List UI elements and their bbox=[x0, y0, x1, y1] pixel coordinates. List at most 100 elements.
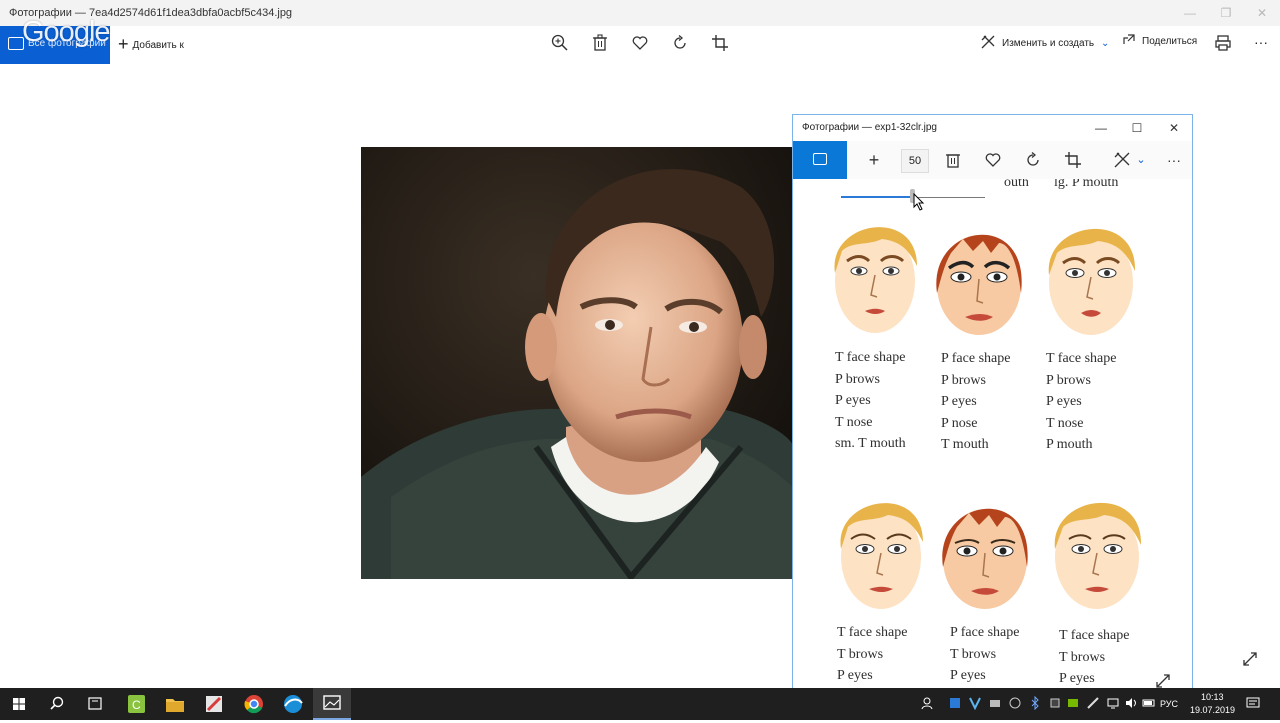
network-icon[interactable] bbox=[1106, 696, 1120, 710]
windows-start-icon[interactable] bbox=[0, 688, 38, 720]
label: P face shape bbox=[941, 351, 1011, 366]
add-plus-icon[interactable]: + bbox=[863, 149, 885, 171]
rotate-icon[interactable] bbox=[1022, 149, 1044, 171]
delete-icon[interactable] bbox=[942, 149, 964, 171]
crop-icon[interactable] bbox=[709, 32, 731, 54]
label: T brows bbox=[837, 646, 884, 662]
battery-icon[interactable] bbox=[1142, 696, 1156, 710]
label: T face shape bbox=[835, 350, 906, 365]
label: P eyes bbox=[837, 668, 873, 683]
crop-icon[interactable] bbox=[1062, 149, 1084, 171]
zoom-value-box[interactable]: 50 bbox=[901, 149, 929, 173]
volume-icon[interactable] bbox=[1124, 696, 1138, 710]
label: T face shape bbox=[1046, 351, 1117, 366]
secondary-all-photos-button[interactable] bbox=[793, 141, 847, 179]
label: P eyes bbox=[835, 393, 871, 408]
secondary-title-bar: Фотографии — exp1-32clr.jpg — ☐ ✕ bbox=[793, 115, 1192, 141]
labels-face-6: T face shape T brows P eyes bbox=[1059, 625, 1129, 689]
people-icon[interactable] bbox=[920, 696, 934, 710]
edit-create-label: Изменить и создать bbox=[1002, 38, 1095, 49]
zoom-slider-fill bbox=[841, 196, 913, 198]
labels-face-2: P face shape P brows P eyes P nose T mou… bbox=[941, 348, 1010, 456]
svg-text:C: C bbox=[132, 698, 141, 712]
notifications-icon[interactable] bbox=[1246, 696, 1260, 710]
chevron-down-icon[interactable]: ⌄ bbox=[1130, 149, 1152, 171]
secondary-close-button[interactable]: ✕ bbox=[1156, 115, 1192, 141]
share-button[interactable]: Поделиться bbox=[1122, 32, 1197, 52]
label: P eyes bbox=[1046, 394, 1082, 409]
bluetooth-icon[interactable] bbox=[1028, 696, 1042, 710]
caption-top-2: lg. P mouth bbox=[1054, 179, 1119, 190]
photos-app-icon bbox=[323, 695, 341, 710]
tray-app-icon[interactable] bbox=[988, 696, 1002, 710]
chrome-icon[interactable] bbox=[235, 688, 273, 720]
camtasia-app-icon[interactable]: C bbox=[117, 688, 155, 720]
labels-face-4: T face shape T brows P eyes bbox=[837, 622, 907, 687]
share-icon bbox=[1123, 34, 1135, 44]
favorite-heart-icon[interactable] bbox=[629, 32, 651, 54]
favorite-heart-icon[interactable] bbox=[982, 149, 1004, 171]
secondary-toolbar: + 50 ⌄ ··· bbox=[793, 141, 1192, 179]
face-illustration bbox=[1054, 502, 1142, 609]
add-to-label: Добавить к bbox=[132, 40, 184, 51]
plus-icon: + bbox=[118, 34, 129, 54]
label: T nose bbox=[1046, 415, 1084, 431]
face-illustration bbox=[1048, 228, 1136, 335]
secondary-maximize-button[interactable]: ☐ bbox=[1119, 115, 1155, 141]
label: T face shape bbox=[837, 625, 908, 640]
nvidia-icon[interactable] bbox=[1066, 696, 1080, 710]
minimize-button[interactable]: — bbox=[1172, 0, 1208, 26]
edit-create-button[interactable]: Изменить и создать ⌄ bbox=[980, 34, 1109, 54]
google-logo-overlay: Google bbox=[22, 16, 111, 48]
main-photo bbox=[361, 147, 793, 579]
more-options-icon[interactable]: ··· bbox=[1163, 149, 1185, 171]
pen-icon[interactable] bbox=[1086, 696, 1100, 710]
file-explorer-icon[interactable] bbox=[156, 688, 194, 720]
share-label: Поделиться bbox=[1142, 36, 1198, 47]
label: P brows bbox=[835, 371, 880, 387]
photos-taskbar-app[interactable] bbox=[313, 688, 351, 720]
clock-time[interactable]: 10:13 bbox=[1201, 692, 1224, 702]
rotate-icon[interactable] bbox=[669, 32, 691, 54]
label: P face shape bbox=[950, 625, 1020, 640]
zoom-icon[interactable] bbox=[549, 32, 571, 54]
face-illustration bbox=[942, 508, 1028, 609]
keyboard-language[interactable]: РУС bbox=[1160, 699, 1178, 709]
caption-top-1: outh bbox=[1004, 179, 1029, 190]
print-icon[interactable] bbox=[1212, 32, 1234, 54]
label: T mouth bbox=[941, 437, 989, 452]
add-to-button[interactable]: + Добавить к bbox=[118, 34, 184, 54]
face-illustration bbox=[936, 234, 1022, 335]
label: P eyes bbox=[950, 668, 986, 683]
tray-app-icon[interactable] bbox=[968, 696, 982, 710]
tray-app-icon[interactable] bbox=[948, 696, 962, 710]
close-button[interactable]: ✕ bbox=[1244, 0, 1280, 26]
paint-app-icon[interactable] bbox=[195, 688, 233, 720]
tray-app-icon[interactable] bbox=[1048, 696, 1062, 710]
face-illustration bbox=[840, 503, 923, 609]
browser-app-icon[interactable] bbox=[274, 688, 312, 720]
fullscreen-expand-icon[interactable] bbox=[1241, 650, 1259, 668]
expand-icon[interactable] bbox=[1155, 673, 1171, 689]
tray-app-icon[interactable] bbox=[1008, 696, 1022, 710]
label: P mouth bbox=[1046, 437, 1093, 452]
label: T brows bbox=[1059, 649, 1106, 665]
label: P nose bbox=[941, 415, 978, 431]
label: P eyes bbox=[941, 394, 977, 409]
label: T brows bbox=[950, 646, 997, 662]
more-options-icon[interactable]: ··· bbox=[1250, 32, 1272, 54]
photos-icon bbox=[813, 153, 827, 165]
clock-date[interactable]: 19.07.2019 bbox=[1190, 705, 1235, 715]
search-icon[interactable] bbox=[38, 688, 76, 720]
chevron-down-icon: ⌄ bbox=[1100, 38, 1110, 49]
person-portrait-image bbox=[361, 147, 793, 579]
task-view-icon[interactable] bbox=[76, 688, 114, 720]
delete-icon[interactable] bbox=[589, 32, 611, 54]
secondary-minimize-button[interactable]: — bbox=[1083, 115, 1119, 141]
labels-face-1: T face shape P brows P eyes T nose sm. T… bbox=[835, 347, 906, 455]
secondary-photos-window[interactable]: Фотографии — exp1-32clr.jpg — ☐ ✕ + 50 ⌄… bbox=[792, 114, 1193, 690]
label: T nose bbox=[835, 414, 873, 430]
main-title-bar: Фотографии — 7ea4d2574d61f1dea3dbfa0acbf… bbox=[0, 0, 1280, 26]
maximize-button[interactable]: ❐ bbox=[1208, 0, 1244, 26]
labels-face-3: T face shape P brows P eyes T nose P mou… bbox=[1046, 348, 1116, 456]
